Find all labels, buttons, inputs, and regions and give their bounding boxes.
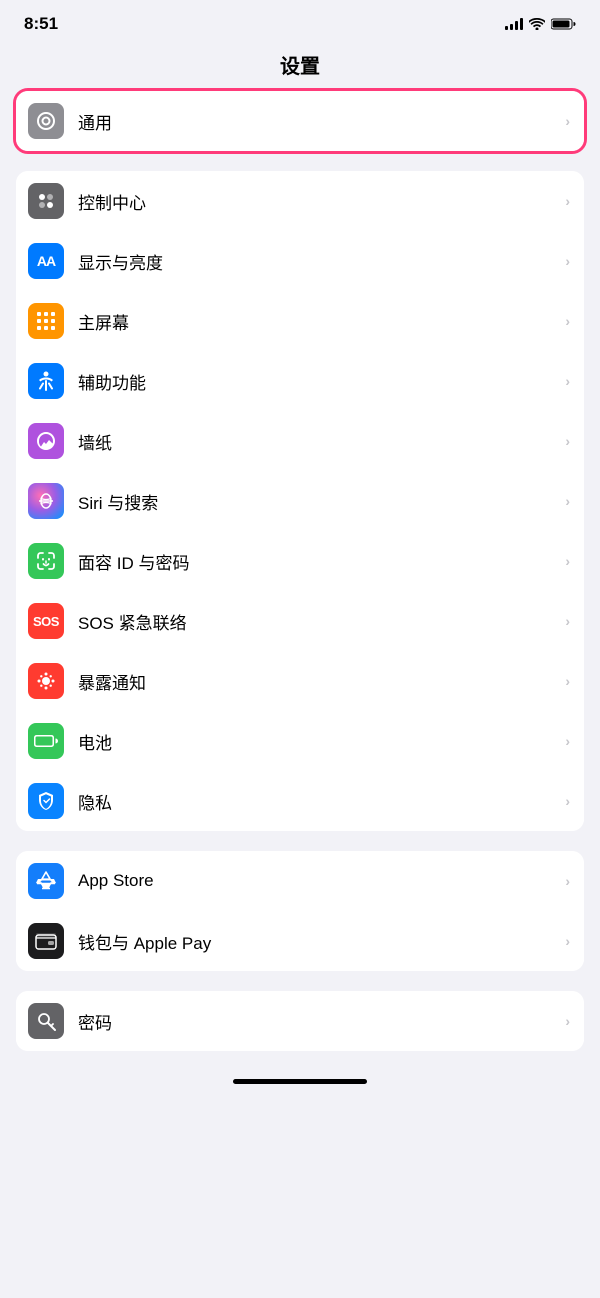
- face-id-chevron: ›: [565, 553, 570, 569]
- app-store-icon: [28, 863, 64, 899]
- signal-icon: [505, 18, 523, 30]
- settings-row-app-store[interactable]: App Store ›: [16, 851, 584, 911]
- control-center-label: 控制中心: [78, 189, 559, 214]
- settings-row-control-center[interactable]: 控制中心 ›: [16, 171, 584, 231]
- settings-row-wallpaper[interactable]: 墙纸 ›: [16, 411, 584, 471]
- settings-group-4: 密码 ›: [16, 991, 584, 1051]
- settings-row-exposure[interactable]: 暴露通知 ›: [16, 651, 584, 711]
- settings-row-siri[interactable]: Siri 与搜索 ›: [16, 471, 584, 531]
- wallpaper-label: 墙纸: [78, 429, 559, 454]
- control-center-chevron: ›: [565, 193, 570, 209]
- battery-label: 电池: [78, 729, 559, 754]
- accessibility-label: 辅助功能: [78, 369, 559, 394]
- wallpaper-chevron: ›: [565, 433, 570, 449]
- settings-group-1: 通用 ›: [16, 91, 584, 151]
- app-store-chevron: ›: [565, 873, 570, 889]
- accessibility-chevron: ›: [565, 373, 570, 389]
- control-center-icon: [28, 183, 64, 219]
- settings-group-3: App Store › 钱包与 Apple Pay ›: [16, 851, 584, 971]
- settings-row-home-screen[interactable]: 主屏幕 ›: [16, 291, 584, 351]
- battery-icon: [28, 723, 64, 759]
- siri-icon: [28, 483, 64, 519]
- settings-row-battery[interactable]: 电池 ›: [16, 711, 584, 771]
- passwords-icon: [28, 1003, 64, 1039]
- wallpaper-icon: [28, 423, 64, 459]
- status-bar: 8:51: [0, 0, 600, 42]
- face-id-label: 面容 ID 与密码: [78, 549, 559, 574]
- wallet-chevron: ›: [565, 933, 570, 949]
- accessibility-icon: [28, 363, 64, 399]
- siri-chevron: ›: [565, 493, 570, 509]
- settings-row-privacy[interactable]: 隐私 ›: [16, 771, 584, 831]
- passwords-chevron: ›: [565, 1013, 570, 1029]
- exposure-label: 暴露通知: [78, 669, 559, 694]
- display-label: 显示与亮度: [78, 249, 559, 274]
- sos-icon: SOS: [28, 603, 64, 639]
- exposure-chevron: ›: [565, 673, 570, 689]
- privacy-label: 隐私: [78, 789, 559, 814]
- sos-label: SOS 紧急联络: [78, 609, 559, 634]
- page-title: 设置: [0, 42, 600, 91]
- display-icon: AA: [28, 243, 64, 279]
- settings-row-wallet[interactable]: 钱包与 Apple Pay ›: [16, 911, 584, 971]
- home-screen-label: 主屏幕: [78, 309, 559, 334]
- settings-row-display[interactable]: AA 显示与亮度 ›: [16, 231, 584, 291]
- home-screen-icon: [28, 303, 64, 339]
- battery-status-icon: [551, 18, 576, 30]
- face-id-icon: [28, 543, 64, 579]
- passwords-label: 密码: [78, 1009, 559, 1034]
- settings-group-2: 控制中心 › AA 显示与亮度 › 主屏幕 ›: [16, 171, 584, 831]
- settings-row-accessibility[interactable]: 辅助功能 ›: [16, 351, 584, 411]
- general-chevron: ›: [565, 113, 570, 129]
- display-chevron: ›: [565, 253, 570, 269]
- settings-row-passwords[interactable]: 密码 ›: [16, 991, 584, 1051]
- settings-row-sos[interactable]: SOS SOS 紧急联络 ›: [16, 591, 584, 651]
- general-icon: [28, 103, 64, 139]
- privacy-icon: [28, 783, 64, 819]
- app-store-label: App Store: [78, 871, 559, 891]
- general-label: 通用: [78, 109, 559, 134]
- status-icons: [505, 18, 576, 30]
- privacy-chevron: ›: [565, 793, 570, 809]
- battery-row-chevron: ›: [565, 733, 570, 749]
- status-time: 8:51: [24, 14, 58, 34]
- settings-row-face-id[interactable]: 面容 ID 与密码 ›: [16, 531, 584, 591]
- wallet-label: 钱包与 Apple Pay: [78, 929, 559, 954]
- home-indicator: [233, 1079, 367, 1084]
- siri-label: Siri 与搜索: [78, 489, 559, 514]
- home-screen-chevron: ›: [565, 313, 570, 329]
- settings-row-general[interactable]: 通用 ›: [16, 91, 584, 151]
- exposure-icon: [28, 663, 64, 699]
- sos-chevron: ›: [565, 613, 570, 629]
- wifi-icon: [529, 18, 545, 30]
- wallet-icon: [28, 923, 64, 959]
